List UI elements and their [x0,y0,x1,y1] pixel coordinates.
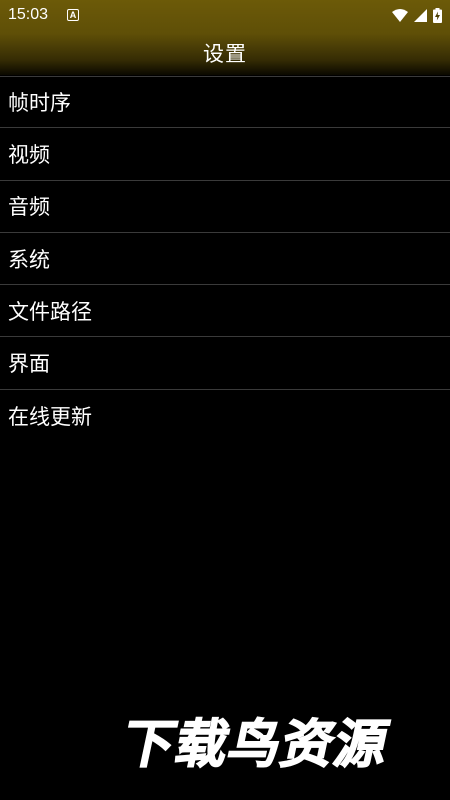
wifi-icon [392,8,408,22]
title-bar: 设置 [0,30,450,75]
menu-item-label: 音频 [8,195,50,220]
page-title: 设置 [203,41,247,66]
notification-a-icon: A [67,9,79,21]
menu-item-file-paths[interactable]: 文件路径 [0,285,450,338]
menu-item-label: 界面 [8,352,50,377]
settings-menu: 帧时序 视频 音频 系统 文件路径 界面 在线更新 [0,76,450,442]
menu-item-online-update[interactable]: 在线更新 [0,390,450,442]
menu-item-system[interactable]: 系统 [0,233,450,286]
signal-icon [414,8,427,22]
status-time: 15:03 [8,6,49,23]
menu-item-label: 帧时序 [8,91,71,116]
menu-item-label: 文件路径 [8,299,92,324]
menu-item-frame-timing[interactable]: 帧时序 [0,76,450,129]
menu-item-label: 视频 [8,142,50,167]
settings-screen: 15:03 A 设置 帧时序 视频 音频 系统 文件路径 界面 在线更新 下载鸟… [0,0,450,800]
menu-item-audio[interactable]: 音频 [0,181,450,233]
system-icons [392,7,442,23]
status-bar: 15:03 A [0,0,450,30]
menu-item-interface[interactable]: 界面 [0,337,450,390]
watermark-text: 下载鸟资源 [120,715,394,774]
header-area: 15:03 A 设置 [0,0,450,75]
menu-item-video[interactable]: 视频 [0,128,450,181]
battery-charging-icon [433,7,442,23]
menu-item-label: 在线更新 [8,404,92,429]
menu-item-label: 系统 [8,247,50,272]
watermark-logo: 下载鸟资源 [120,714,395,774]
